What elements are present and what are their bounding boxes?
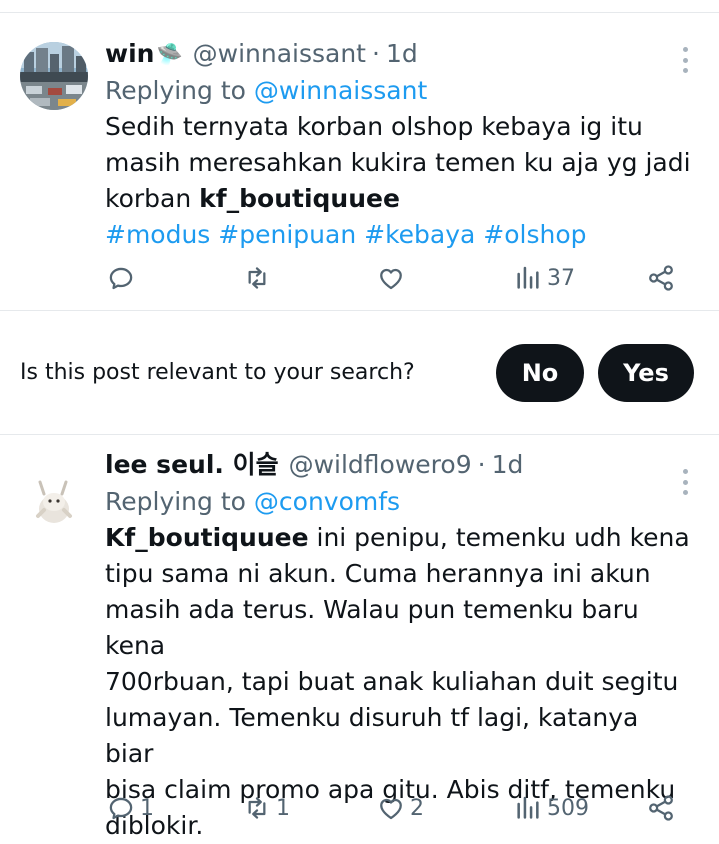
hashtags: #modus #penipuan #kebaya #olshop — [105, 217, 691, 253]
like-count: 2 — [410, 795, 424, 821]
reply-icon — [109, 267, 133, 290]
search-results-timeline: win 🛸 @winnaissant · 1d Replying to @win… — [0, 0, 719, 840]
reply-button[interactable]: 1 — [105, 790, 154, 826]
hashtag-link[interactable]: #kebaya — [364, 220, 475, 249]
tweet-1[interactable]: win 🛸 @winnaissant · 1d Replying to @win… — [0, 12, 719, 310]
tweet-header: lee seul. 이슬 @wildflowero9 · 1d — [105, 446, 691, 484]
replying-to-label: Replying to — [105, 487, 246, 516]
hashtag-link[interactable]: #modus — [105, 220, 210, 249]
views-icon — [517, 796, 539, 819]
avatar[interactable] — [20, 42, 88, 110]
yes-button[interactable]: Yes — [598, 344, 694, 402]
separator-dot: · — [372, 39, 380, 68]
relevance-prompt: Is this post relevant to your search? No… — [0, 312, 719, 434]
views-button[interactable]: 37 — [512, 260, 575, 296]
replying-to: Replying to @winnaissant — [105, 73, 691, 109]
tweet-text: Sedih ternyata korban olshop kebaya ig i… — [105, 109, 691, 217]
like-icon — [380, 268, 402, 290]
share-icon — [649, 795, 673, 821]
divider — [0, 310, 719, 311]
tweet-text-fragment: ini penipu, temenku udh kena — [308, 523, 690, 552]
replying-to-label: Replying to — [105, 76, 246, 105]
replying-to: Replying to @convomfs — [105, 484, 691, 520]
tweet-text-line: Sedih ternyata korban olshop kebaya ig i… — [105, 112, 643, 141]
no-button[interactable]: No — [496, 344, 584, 402]
user-handle[interactable]: @wildflowero9 — [289, 446, 472, 484]
views-icon — [517, 266, 539, 289]
view-count: 509 — [547, 795, 589, 821]
reply-count: 1 — [140, 795, 154, 821]
tweet-text-line: tipu sama ni akun. Cuma herannya ini aku… — [105, 559, 651, 588]
repost-button[interactable]: 1 — [241, 790, 290, 826]
reply-button[interactable] — [105, 260, 140, 296]
share-button[interactable] — [645, 260, 677, 296]
hashtag-link[interactable]: #penipuan — [218, 220, 356, 249]
repost-count: 1 — [276, 795, 290, 821]
view-count: 37 — [547, 265, 575, 291]
repost-button[interactable] — [241, 260, 276, 296]
share-button[interactable] — [645, 790, 677, 826]
tweet-text-line: Kf_boutiquuee ini penipu, temenku udh ke… — [105, 520, 691, 556]
tweet-header: win 🛸 @winnaissant · 1d — [105, 35, 691, 73]
separator-dot: · — [477, 450, 486, 479]
replying-to-mention[interactable]: @winnaissant — [254, 76, 427, 105]
mentioned-account: kf_boutiquuee — [199, 184, 400, 213]
action-bar: 1 1 2 509 — [105, 790, 690, 826]
reply-icon — [109, 797, 133, 820]
share-icon — [649, 265, 673, 291]
tweet-text-line: lumayan. Temenku disuruh tf lagi, katany… — [105, 703, 639, 768]
repost-icon — [248, 267, 266, 289]
ufo-emoji: 🛸 — [156, 42, 183, 66]
mentioned-account: Kf_boutiquuee — [105, 523, 309, 552]
tweet-text-fragment: korban — [105, 184, 200, 213]
tweet-content: win 🛸 @winnaissant · 1d Replying to @win… — [105, 35, 691, 253]
repost-icon — [248, 797, 266, 819]
action-bar: 37 — [105, 260, 690, 296]
hashtag-link[interactable]: #olshop — [483, 220, 586, 249]
relevance-question: Is this post relevant to your search? — [20, 360, 415, 385]
tweet-2[interactable]: lee seul. 이슬 @wildflowero9 · 1d Replying… — [0, 434, 719, 840]
timestamp[interactable]: 1d — [386, 35, 418, 73]
display-name[interactable]: win — [105, 35, 154, 73]
like-button[interactable]: 2 — [375, 790, 424, 826]
avatar[interactable] — [20, 464, 88, 532]
tweet-text-line: masih meresahkan kukira temen ku aja yg … — [105, 148, 691, 177]
display-name[interactable]: lee seul. 이슬 — [105, 446, 279, 484]
tweet-text-line: 700rbuan, tapi buat anak kuliahan duit s… — [105, 667, 679, 696]
tweet-text-line: korban kf_boutiquuee — [105, 181, 691, 217]
like-button[interactable] — [375, 260, 410, 296]
user-handle[interactable]: @winnaissant — [193, 35, 366, 73]
tweet-text-line: masih ada terus. Walau pun temenku baru … — [105, 595, 639, 660]
like-icon — [380, 798, 402, 820]
replying-to-mention[interactable]: @convomfs — [254, 487, 400, 516]
tweet-content: lee seul. 이슬 @wildflowero9 · 1d Replying… — [105, 446, 691, 844]
views-button[interactable]: 509 — [512, 790, 589, 826]
timestamp[interactable]: 1d — [492, 446, 524, 484]
